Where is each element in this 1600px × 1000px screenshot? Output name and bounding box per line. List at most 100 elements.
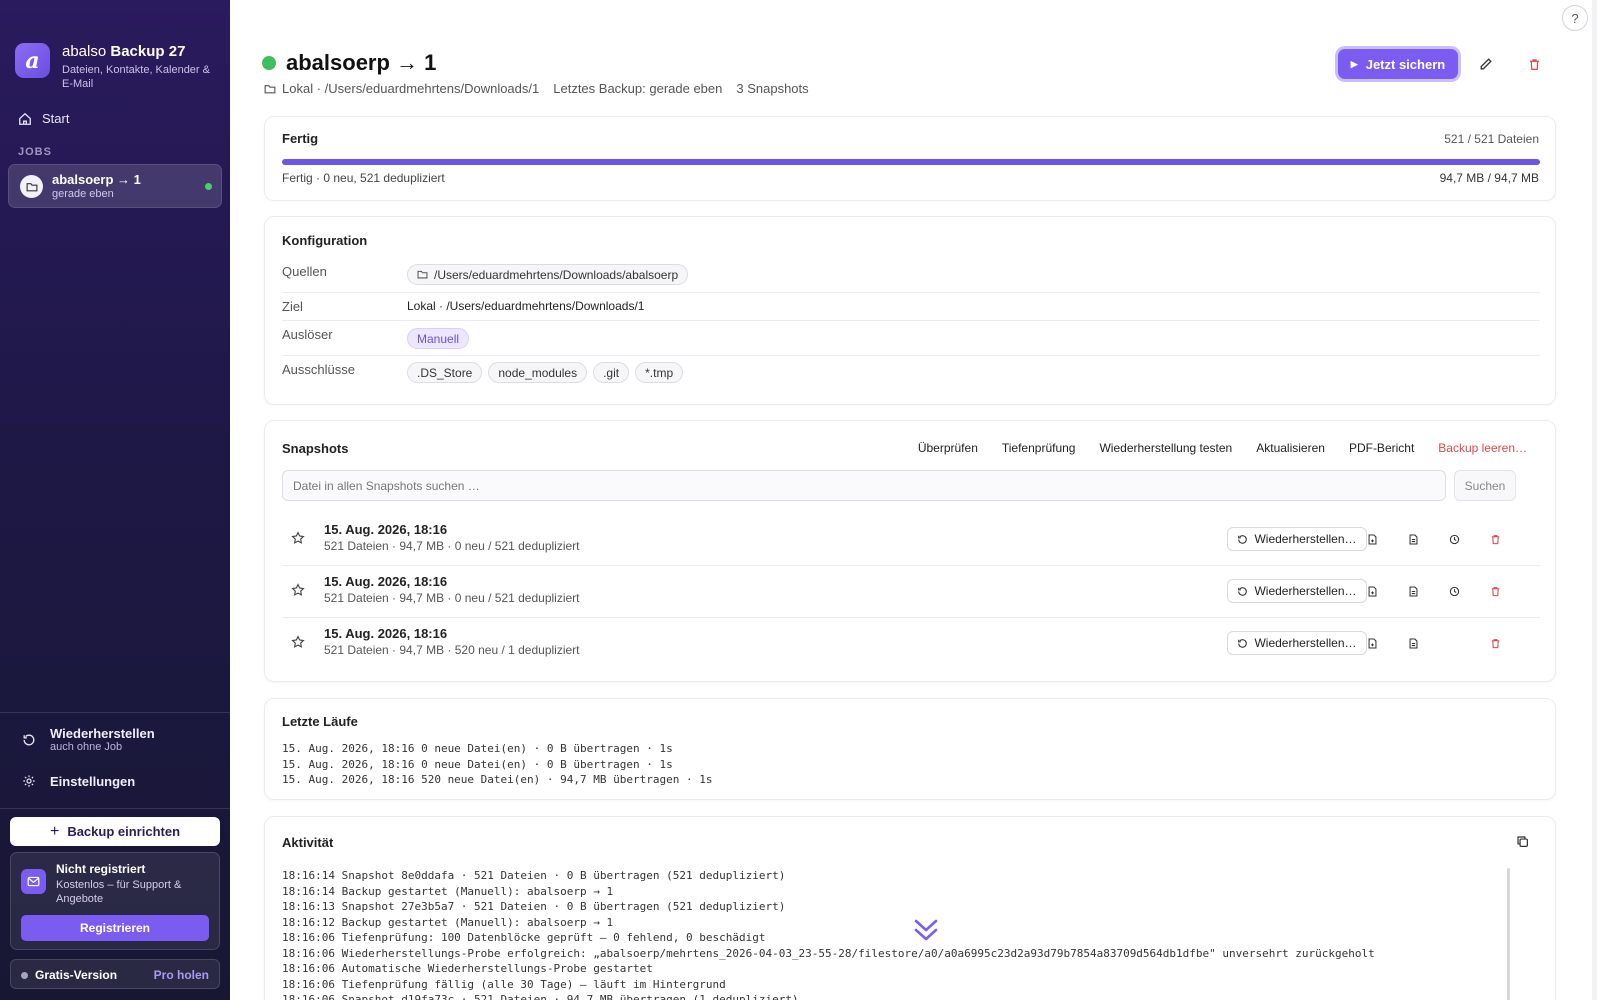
- jobs-heading: JOBS: [18, 146, 52, 158]
- test-restore-button[interactable]: Wiederherstellung testen: [1099, 441, 1232, 455]
- snapshots-heading: Snapshots: [282, 441, 349, 456]
- pdf-report-button[interactable]: PDF-Bericht: [1349, 441, 1414, 455]
- job-title: abalsoerp → 1: [52, 172, 141, 187]
- sidebar-item-label: Start: [42, 111, 70, 126]
- backup-now-label: Jetzt sichern: [1365, 56, 1446, 72]
- export-icon[interactable]: [1364, 635, 1380, 651]
- restore-snapshot-button[interactable]: Wiederherstellen…: [1227, 631, 1367, 655]
- recent-runs-heading: Letzte Läufe: [282, 714, 358, 729]
- target-label: Ziel: [282, 299, 303, 314]
- activity-heading: Aktivität: [282, 835, 334, 850]
- job-location: Lokal · /Users/eduardmehrtens/Downloads/…: [282, 81, 540, 96]
- trigger-chip: Manuell: [407, 328, 470, 349]
- divider: [0, 712, 230, 713]
- exclude-chip: node_modules: [488, 362, 588, 383]
- delete-job-button[interactable]: [1522, 52, 1546, 76]
- log-line: 18:16:06 Wiederherstellungs-Probe erfolg…: [282, 946, 1375, 960]
- clear-backup-button[interactable]: Backup leeren…: [1438, 441, 1527, 455]
- job-meta: Lokal · /Users/eduardmehrtens/Downloads/…: [264, 81, 809, 96]
- registration-subtitle: Kostenlos – für Support & Angebote: [56, 879, 182, 905]
- plus-icon: +: [49, 822, 60, 840]
- restore-label: Wiederherstellen…: [1254, 584, 1357, 598]
- scroll-down-icon[interactable]: [913, 917, 939, 948]
- snapshot-date: 15. Aug. 2026, 18:16: [324, 522, 448, 537]
- restore-snapshot-button[interactable]: Wiederherstellen…: [1227, 527, 1367, 551]
- progress-detail: Fertig · 0 neu, 521 dedupliziert: [282, 171, 445, 185]
- copy-button[interactable]: [1516, 835, 1529, 853]
- restore-snapshot-button[interactable]: Wiederherstellen…: [1227, 579, 1367, 603]
- mail-icon: [21, 869, 46, 894]
- document-icon[interactable]: [1405, 583, 1421, 599]
- folder-icon: [20, 175, 43, 198]
- gear-icon: [23, 775, 35, 787]
- star-icon[interactable]: [291, 635, 305, 654]
- activity-scrollbar[interactable]: [1507, 868, 1510, 1000]
- sidebar-item-start[interactable]: Start: [18, 111, 69, 126]
- restore-label: Wiederherstellen…: [1254, 532, 1357, 546]
- recent-runs-list: 15. Aug. 2026, 18:16 0 neue Datei(en) · …: [282, 741, 712, 788]
- home-icon: [19, 112, 31, 125]
- export-icon[interactable]: [1364, 531, 1380, 547]
- log-line: 18:16:13 Snapshot 27e3b5a7 · 521 Dateien…: [282, 900, 786, 913]
- snapshot-row: 15. Aug. 2026, 18:16 521 Dateien · 94,7 …: [282, 566, 1540, 617]
- clock-icon[interactable]: [1446, 531, 1462, 547]
- snapshot-row: 15. Aug. 2026, 18:16 521 Dateien · 94,7 …: [282, 618, 1540, 669]
- restore-icon: [1238, 638, 1248, 648]
- sources-label: Quellen: [282, 264, 327, 279]
- snapshot-details: 521 Dateien · 94,7 MB · 520 neu / 1 dedu…: [324, 643, 580, 657]
- help-button[interactable]: ?: [1562, 5, 1588, 31]
- document-icon[interactable]: [1405, 531, 1421, 547]
- log-line: 18:16:12 Backup gestartet (Manuell): aba…: [282, 915, 614, 929]
- job-status-dot: [262, 56, 276, 70]
- snapshot-row: 15. Aug. 2026, 18:16 521 Dateien · 94,7 …: [282, 514, 1540, 565]
- registration-card: Nicht registriert Kostenlos – für Suppor…: [10, 852, 220, 950]
- sidebar-item-restore[interactable]: Wiederherstellen auch ohne Job: [22, 726, 155, 753]
- snapshots-card: Snapshots Überprüfen Tiefenprüfung Wiede…: [264, 420, 1556, 682]
- trash-icon[interactable]: [1487, 583, 1503, 599]
- backup-now-button[interactable]: ▶ Jetzt sichern: [1338, 49, 1458, 79]
- edit-button[interactable]: [1474, 52, 1498, 76]
- log-line: 18:16:06 Tiefenprüfung: 100 Datenblöcke …: [282, 931, 766, 944]
- snapshot-details: 521 Dateien · 94,7 MB · 0 neu / 521 dedu…: [324, 591, 580, 605]
- pencil-icon: [1480, 58, 1492, 70]
- trash-icon[interactable]: [1487, 635, 1503, 651]
- document-icon[interactable]: [1405, 635, 1421, 651]
- verify-button[interactable]: Überprüfen: [918, 441, 978, 455]
- exclude-chip: *.tmp: [635, 362, 684, 383]
- star-icon[interactable]: [291, 531, 305, 550]
- progress-fill: [282, 159, 1540, 165]
- plan-card: Gratis-Version Pro holen: [10, 959, 220, 989]
- log-line: 18:16:06 Tiefenprüfung fällig (alle 30 T…: [282, 977, 726, 991]
- snapshot-actions: Überprüfen Tiefenprüfung Wiederherstellu…: [918, 441, 1527, 455]
- setup-backup-label: Backup einrichten: [67, 824, 181, 839]
- setup-backup-button[interactable]: + Backup einrichten: [10, 817, 220, 846]
- sidebar-job-item[interactable]: abalsoerp → 1 gerade eben: [8, 164, 222, 208]
- folder-icon: [417, 270, 428, 279]
- progress-files: 521 / 521 Dateien: [1444, 132, 1539, 146]
- upgrade-pro-link[interactable]: Pro holen: [154, 968, 209, 982]
- registration-title: Nicht registriert: [56, 862, 146, 876]
- export-icon[interactable]: [1364, 583, 1380, 599]
- refresh-button[interactable]: Aktualisieren: [1256, 441, 1325, 455]
- folder-icon: [264, 84, 276, 93]
- star-icon[interactable]: [291, 583, 305, 602]
- trash-icon[interactable]: [1487, 531, 1503, 547]
- run-line: 15. Aug. 2026, 18:16 0 neue Datei(en) · …: [282, 757, 673, 771]
- sidebar-item-settings[interactable]: Einstellungen: [22, 774, 135, 789]
- trash-icon: [1529, 58, 1539, 70]
- search-button[interactable]: Suchen: [1454, 470, 1516, 501]
- clock-icon[interactable]: [1446, 583, 1462, 599]
- recent-runs-card: Letzte Läufe 15. Aug. 2026, 18:16 0 neue…: [264, 698, 1556, 800]
- progress-bar: [282, 159, 1540, 165]
- source-chip: /Users/eduardmehrtens/Downloads/abalsoer…: [407, 264, 689, 285]
- snapshot-search-input[interactable]: [282, 470, 1446, 501]
- restore-label: Wiederherstellen…: [1254, 636, 1357, 650]
- register-button[interactable]: Registrieren: [21, 915, 209, 941]
- run-line: 15. Aug. 2026, 18:16 520 neue Datei(en) …: [282, 773, 713, 786]
- exclude-chip: .git: [593, 362, 630, 383]
- main-scrollbar[interactable]: [1592, 0, 1597, 1000]
- page-title: abalsoerp → 1: [286, 50, 437, 75]
- exclude-chip: .DS_Store: [407, 362, 483, 383]
- deep-check-button[interactable]: Tiefenprüfung: [1002, 441, 1076, 455]
- log-line: 18:16:14 Backup gestartet (Manuell): aba…: [282, 884, 614, 898]
